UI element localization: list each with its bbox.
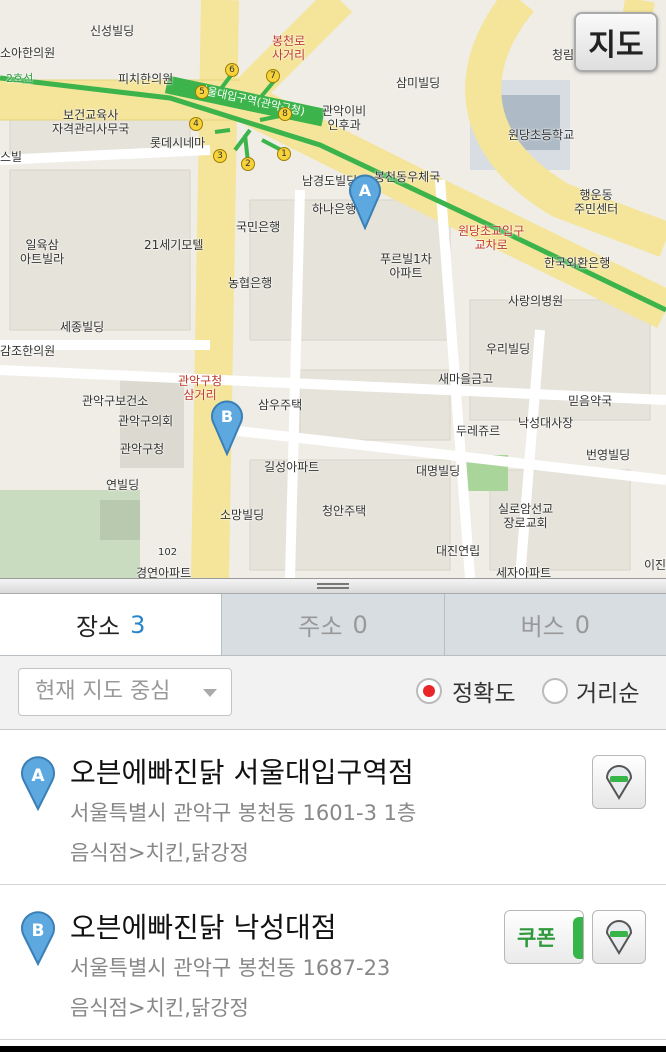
- map-pin-b[interactable]: B: [210, 398, 244, 457]
- map-label: 원당초교입구 교차로: [458, 224, 525, 252]
- map-label: 경연아파트: [136, 566, 192, 578]
- result-category: 음식점>치킨,닭강정: [70, 996, 249, 1020]
- filter-bar: 현재 지도 중심 정확도 거리순: [0, 656, 666, 730]
- subway-exit-marker: 6: [225, 63, 239, 77]
- grip-icon: [317, 583, 349, 589]
- map-label: 세자아파트: [496, 566, 552, 578]
- tab-count: 3: [130, 610, 146, 639]
- map-label: 두레쥬르: [456, 424, 501, 438]
- result-tabs: 장소 3 주소 0 버스 0: [0, 594, 666, 656]
- tab-address[interactable]: 주소 0: [221, 594, 443, 655]
- result-item-b[interactable]: B 오븐에빠진닭 낙성대점 서울특별시 관악구 봉천동 1687-23 음식점>…: [0, 886, 666, 1040]
- coupon-button[interactable]: 쿠폰: [504, 910, 584, 964]
- map-label: 관악구청: [120, 442, 165, 456]
- system-bar: [0, 1046, 666, 1052]
- map-label: 삼미빌딩: [396, 76, 441, 90]
- map-label: 보건교육사 자격관리사무국: [52, 108, 130, 136]
- map-label: 관악구의회: [118, 414, 174, 428]
- subway-exit-marker: 7: [266, 69, 280, 83]
- map-label: 원당초등학교: [508, 128, 575, 142]
- map-label: 국민은행: [236, 220, 281, 234]
- map-label: 실로암선교 장로교회: [498, 502, 554, 530]
- result-name: 오븐에빠진닭 서울대입구역점: [70, 756, 414, 789]
- subway-exit-marker: 1: [277, 147, 291, 161]
- location-pin-icon: A: [20, 755, 56, 812]
- map-label: 피치한의원: [118, 72, 174, 86]
- map-label: 이진: [644, 558, 666, 572]
- map-label: 푸르빌1차 아파트: [380, 252, 432, 280]
- map-label: 롯데시네마: [150, 136, 206, 150]
- map-label: 연빌딩: [106, 478, 140, 492]
- map-label: 번영빌딩: [586, 448, 631, 462]
- subway-exit-marker: 4: [189, 117, 203, 131]
- map-label: 봉천로 사거리: [272, 34, 306, 62]
- map-label: 봉천동우체국: [374, 170, 441, 184]
- location-pin-icon: A: [349, 174, 381, 231]
- tab-label: 주소: [298, 613, 343, 641]
- svg-text:A: A: [31, 766, 45, 786]
- map-label: 세종빌딩: [60, 320, 105, 334]
- panel-drag-handle[interactable]: [0, 578, 666, 594]
- tab-places[interactable]: 장소 3: [0, 594, 222, 655]
- tab-count: 0: [352, 610, 368, 639]
- map-label: 사랑의병원: [508, 294, 564, 308]
- subway-exit-marker: 2: [241, 157, 255, 171]
- map-view[interactable]: 신성빌딩 소아한의원 2호선 피치한의원 봉천로 사거리 청림빌라 삼미빌딩 보…: [0, 0, 666, 578]
- radio-distance[interactable]: [542, 678, 568, 704]
- svg-text:B: B: [221, 407, 233, 426]
- tab-count: 0: [574, 610, 591, 639]
- map-canvas: [0, 0, 666, 578]
- location-pin-icon: B: [211, 400, 243, 457]
- result-name: 오븐에빠진닭 낙성대점: [70, 911, 337, 944]
- map-label: 감조한의원: [0, 344, 56, 358]
- map-label: 대명빌딩: [416, 464, 461, 478]
- pin-down-icon: [605, 920, 633, 955]
- map-label: 삼우주택: [258, 398, 303, 412]
- dropdown-arrow-icon: [203, 689, 217, 697]
- map-label: 102: [158, 547, 178, 558]
- map-label: 행운동 주민센터: [574, 188, 619, 216]
- map-label: 관악구보건소: [82, 394, 149, 408]
- svg-text:B: B: [32, 921, 45, 941]
- map-label: 소망빌딩: [220, 508, 265, 522]
- result-category: 음식점>치킨,닭강정: [70, 841, 249, 865]
- map-toggle-button[interactable]: 지도: [574, 12, 658, 72]
- map-pin-a[interactable]: A: [348, 172, 382, 231]
- result-address: 서울특별시 관악구 봉천동 1601-3 1층: [70, 801, 417, 825]
- tab-label: 버스: [520, 613, 565, 641]
- map-label: 21세기모텔: [144, 238, 204, 252]
- tab-label: 장소: [75, 613, 121, 641]
- map-label: 청안주택: [322, 504, 367, 518]
- map-label: 대진연립: [436, 544, 481, 558]
- map-label: 믿음약국: [568, 394, 613, 408]
- map-label: 한국외환은행: [544, 256, 611, 270]
- result-address: 서울특별시 관악구 봉천동 1687-23: [70, 956, 391, 980]
- location-pin-icon: B: [20, 910, 56, 967]
- map-label: 낙성대사장: [518, 416, 574, 430]
- route-button[interactable]: [592, 755, 646, 809]
- radio-accuracy-label[interactable]: 정확도: [452, 674, 515, 708]
- map-label: 우리빌딩: [486, 342, 531, 356]
- map-label: 스빌: [0, 150, 23, 164]
- dropdown-value: 현재 지도 중심: [35, 679, 171, 704]
- result-item-a[interactable]: A 오븐에빠진닭 서울대입구역점 서울특별시 관악구 봉천동 1601-3 1층…: [0, 731, 666, 885]
- map-label: 길성아파트: [264, 460, 320, 474]
- map-label: 관악이비 인후과: [322, 104, 367, 132]
- tab-bus[interactable]: 버스 0: [443, 594, 666, 655]
- map-label: 일육삼 아트빌라: [20, 238, 65, 266]
- subway-exit-marker: 3: [213, 149, 227, 163]
- route-button[interactable]: [592, 910, 646, 964]
- map-label: 농협은행: [228, 276, 273, 290]
- map-label: 신성빌딩: [90, 24, 135, 38]
- svg-text:A: A: [359, 181, 372, 200]
- search-scope-dropdown[interactable]: 현재 지도 중심: [18, 668, 232, 716]
- subway-exit-marker: 5: [195, 85, 209, 99]
- map-label: 새마을금고: [438, 372, 494, 386]
- map-label: 소아한의원: [0, 46, 56, 60]
- pin-down-icon: [605, 765, 633, 800]
- subway-exit-marker: 8: [278, 107, 292, 121]
- radio-accuracy[interactable]: [416, 678, 442, 704]
- radio-distance-label[interactable]: 거리순: [576, 674, 639, 708]
- map-label: 2호선: [6, 72, 34, 85]
